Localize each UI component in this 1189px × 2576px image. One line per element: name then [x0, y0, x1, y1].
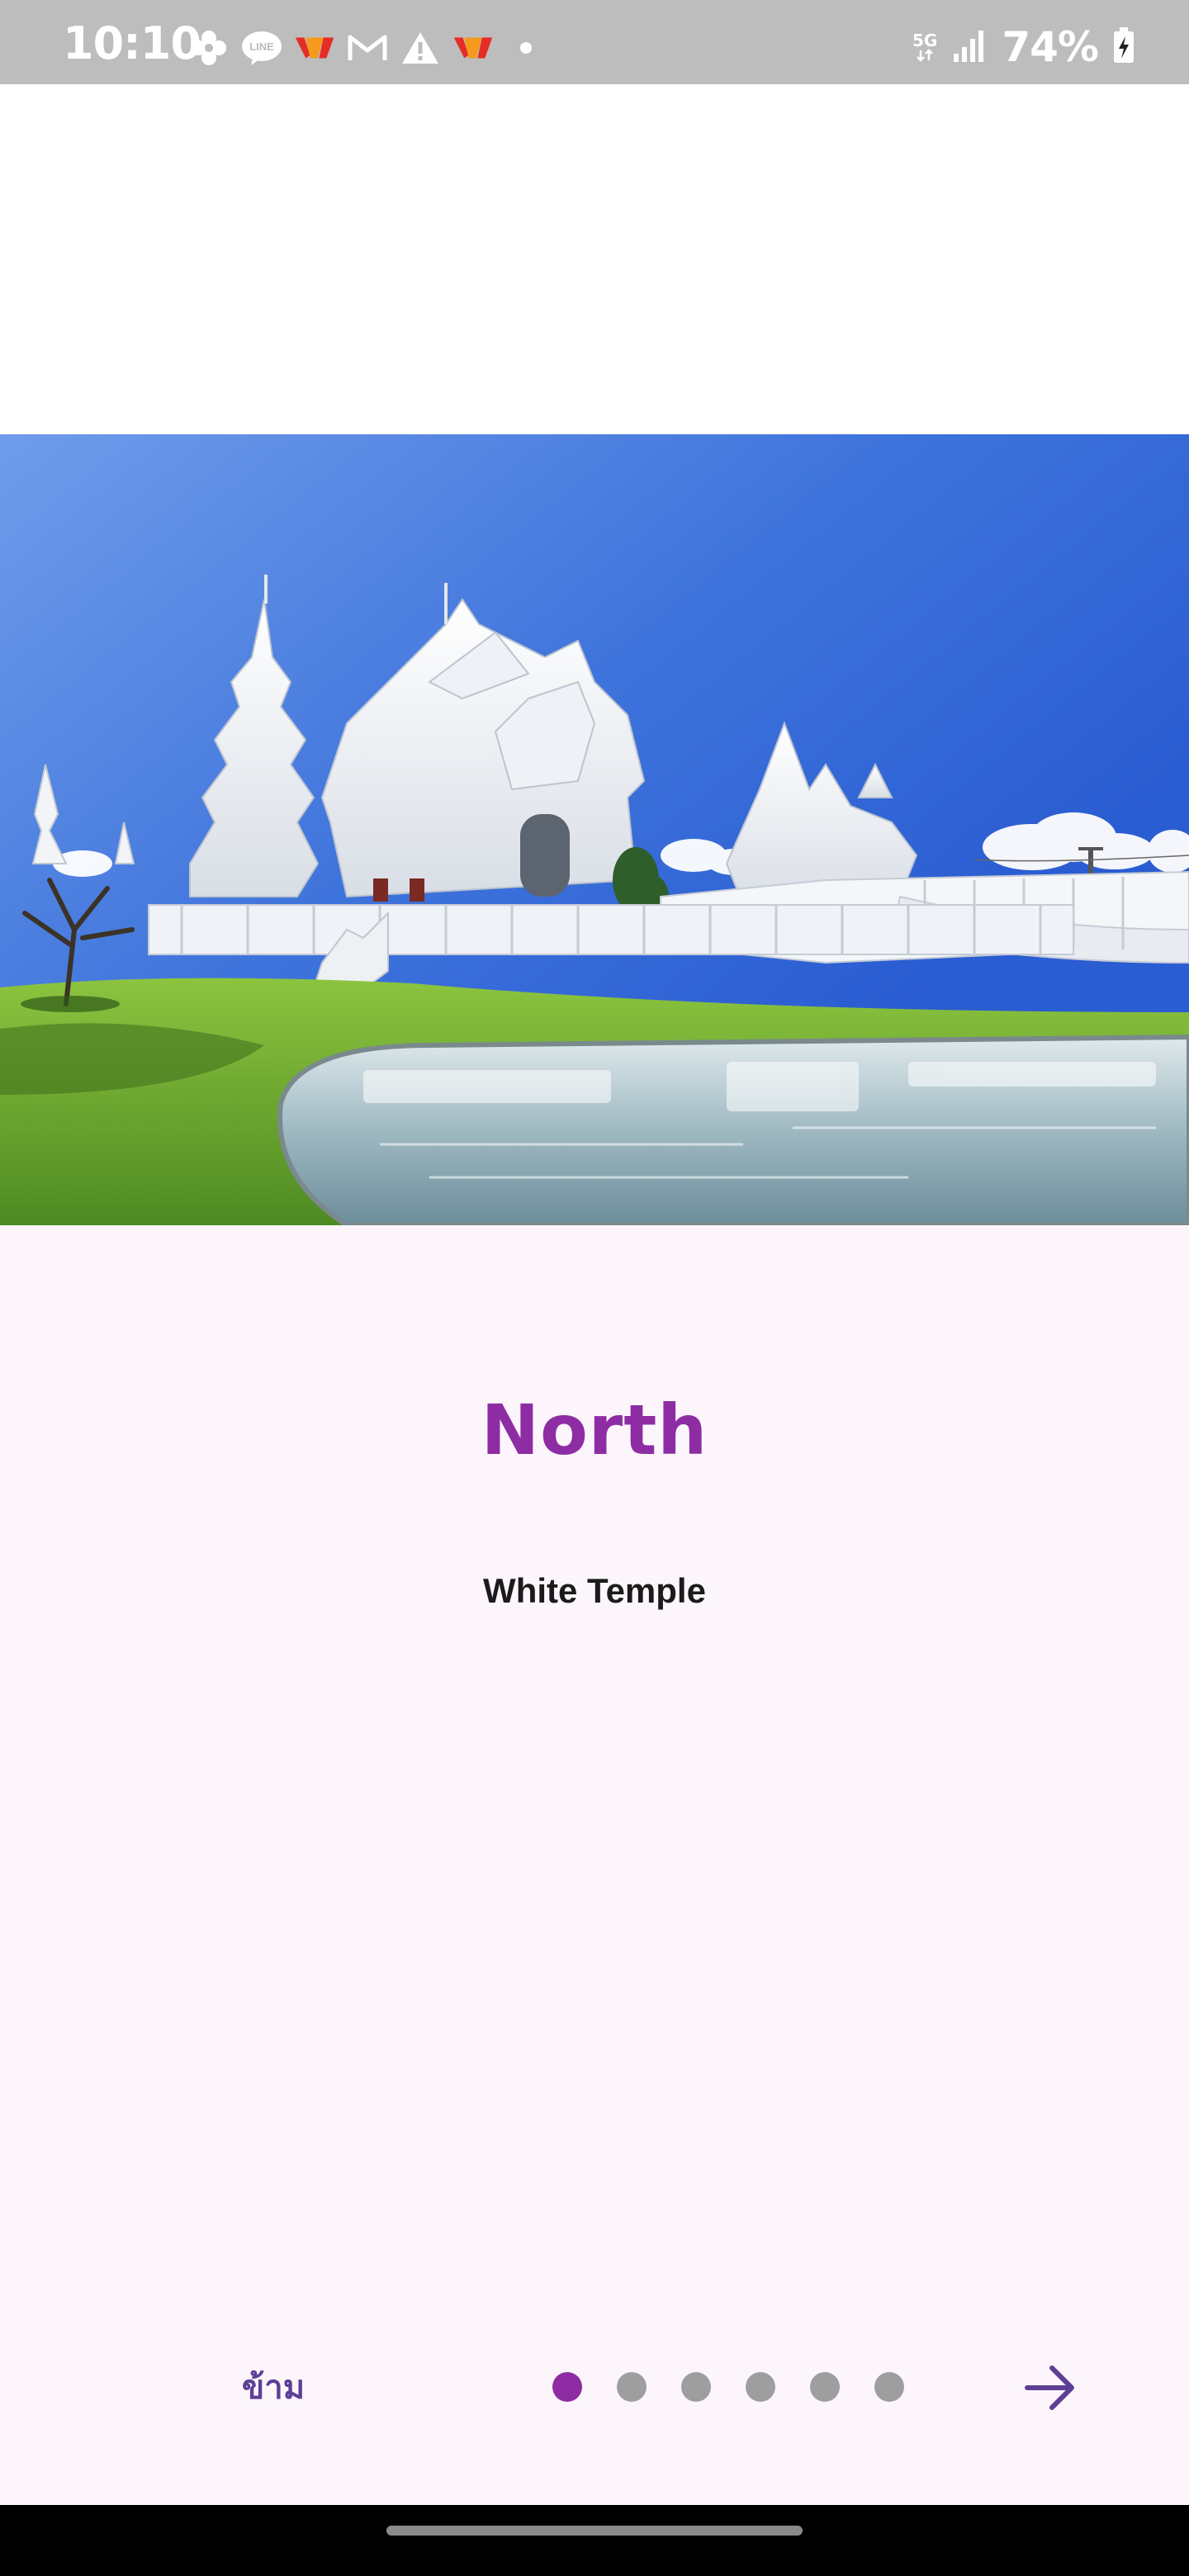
place-subtitle: White Temple	[483, 1571, 706, 1610]
top-spacer	[0, 84, 1189, 434]
status-time: 10:10	[63, 17, 201, 69]
page-dot-4[interactable]	[746, 2372, 775, 2402]
gmail-icon	[347, 31, 388, 65]
network-5g-icon: 5G	[912, 32, 937, 62]
skip-button[interactable]: ข้าม	[220, 2358, 327, 2416]
page-indicator	[552, 2372, 904, 2402]
battery-charging-icon	[1113, 27, 1135, 67]
dot-icon	[505, 31, 547, 65]
signal-icon	[952, 29, 987, 65]
next-button[interactable]	[1017, 2355, 1083, 2421]
line-app-icon: LINE	[241, 31, 282, 65]
page-dot-6[interactable]	[874, 2372, 904, 2402]
page-dot-2[interactable]	[617, 2372, 647, 2402]
region-title: North	[481, 1390, 708, 1470]
arrow-right-icon	[1025, 2365, 1074, 2410]
svg-text:LINE: LINE	[249, 40, 274, 53]
system-navigation-bar	[0, 2505, 1189, 2576]
pinwheel-icon	[188, 31, 230, 65]
white-temple-photo	[0, 434, 1189, 1225]
app-notification-icon	[294, 31, 335, 65]
notification-icons: LINE	[188, 30, 547, 66]
page-dot-5[interactable]	[810, 2372, 840, 2402]
battery-percent: 74%	[1002, 23, 1099, 71]
page-dot-1[interactable]	[552, 2372, 582, 2402]
warning-icon	[400, 31, 441, 65]
home-indicator[interactable]	[386, 2526, 803, 2536]
status-bar: 10:10 LINE 5G 74%	[0, 0, 1189, 84]
system-status-icons: 5G 74%	[912, 23, 1135, 71]
page-dot-3[interactable]	[681, 2372, 711, 2402]
app-notification-icon	[452, 31, 494, 65]
